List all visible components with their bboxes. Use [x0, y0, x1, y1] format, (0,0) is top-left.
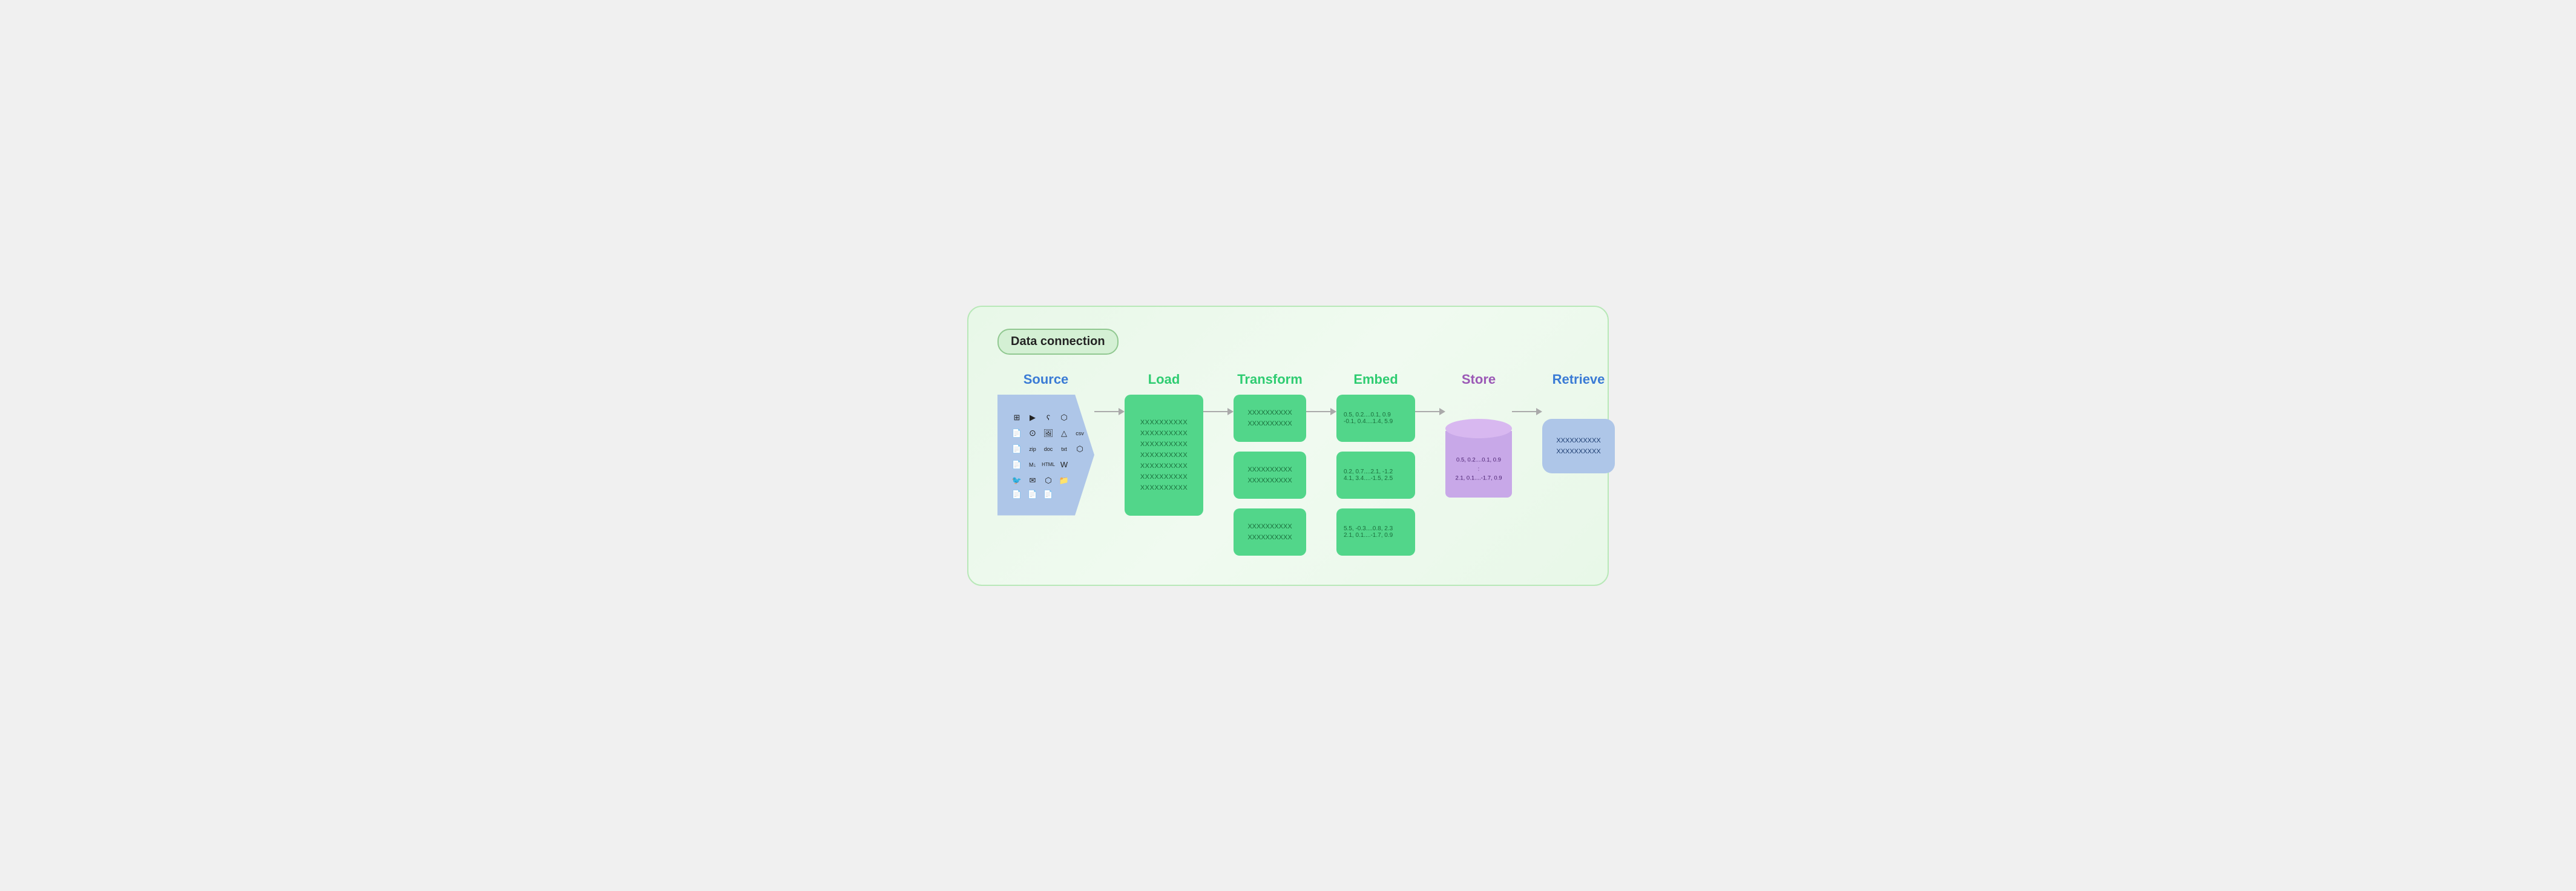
load-block: XXXXXXXXXX XXXXXXXXXX XXXXXXXXXX XXXXXXX… [1125, 395, 1203, 516]
icon-hex: ⬡ [1073, 442, 1086, 456]
icon-html: HTML [1042, 458, 1055, 472]
retrieve-block: XXXXXXXXXX XXXXXXXXXX [1542, 419, 1615, 473]
store-line2: 2.1, 0.1....-1.7, 0.9 [1455, 475, 1502, 481]
embed-block-2: 0.2, 0.7....2.1, -1.2 4.1, 3.4....-1.5, … [1336, 452, 1415, 499]
icon-triangle: △ [1057, 427, 1071, 440]
icon-grid: ⊞ [1010, 411, 1024, 424]
source-icons: ⊞ ▶ ʕ ⬡ 📄 ⊙ 🖼 △ csv 📄 zip doc txt ⬡ 📄 [1005, 411, 1086, 499]
arrow-line-1 [1094, 411, 1119, 412]
diagram-container: Data connection Source ⊞ ▶ ʕ ⬡ 📄 ⊙ 🖼 △ c… [967, 306, 1609, 586]
source-label: Source [1024, 372, 1069, 387]
load-line-3: XXXXXXXXXX [1140, 441, 1188, 448]
icon-empty3 [1073, 474, 1086, 487]
arrow-head-2 [1227, 408, 1234, 415]
icon-doc7: 📄 [1042, 490, 1055, 499]
store-colon: : [1478, 465, 1480, 472]
icon-doc2: 📄 [1010, 442, 1024, 456]
stage-retrieve: Retrieve XXXXXXXXXX XXXXXXXXXX [1542, 372, 1615, 473]
arrow-line-4 [1415, 411, 1439, 412]
icon-folder: 📁 [1057, 474, 1071, 487]
load-line-5: XXXXXXXXXX [1140, 462, 1188, 470]
arrow-4 [1415, 408, 1445, 415]
icon-discord: ʕ [1042, 411, 1055, 424]
t2-line1: XXXXXXXXXX [1247, 466, 1292, 473]
t3-line2: XXXXXXXXXX [1247, 534, 1292, 541]
arrow-3 [1306, 408, 1336, 415]
store-text: 0.5, 0.2....0.1, 0.9 : 2.1, 0.1....-1.7,… [1445, 455, 1512, 483]
stage-store: Store 0.5, 0.2....0.1, 0.9 : 2.1, 0.1...… [1445, 372, 1512, 498]
icon-txt: txt [1057, 442, 1071, 456]
icon-image: 🖼 [1042, 427, 1055, 440]
load-label: Load [1148, 372, 1180, 387]
t2-line2: XXXXXXXXXX [1247, 477, 1292, 484]
embed-label: Embed [1353, 372, 1398, 387]
stage-source: Source ⊞ ▶ ʕ ⬡ 📄 ⊙ 🖼 △ csv 📄 zip doc txt [997, 372, 1094, 516]
icon-hex2: ⬡ [1042, 474, 1055, 487]
load-line-7: XXXXXXXXXX [1140, 484, 1188, 492]
icon-doc3: doc [1042, 442, 1055, 456]
stage-transform: Transform XXXXXXXXXX XXXXXXXXXX XXXXXXXX… [1234, 372, 1306, 556]
e2-line1: 0.2, 0.7....2.1, -1.2 [1344, 469, 1393, 475]
icon-play: ▶ [1026, 411, 1039, 424]
arrow-5 [1512, 408, 1542, 415]
store-label: Store [1462, 372, 1496, 387]
icon-doc6: 📄 [1026, 490, 1039, 499]
store-shape: 0.5, 0.2....0.1, 0.9 : 2.1, 0.1....-1.7,… [1445, 419, 1512, 498]
icon-empty1 [1073, 411, 1086, 424]
arrow-line-3 [1306, 411, 1330, 412]
icon-wiki: W [1057, 458, 1071, 472]
arrow-head-3 [1330, 408, 1336, 415]
store-line1: 0.5, 0.2....0.1, 0.9 [1456, 456, 1501, 463]
embed-block-3: 5.5, -0.3....0.8, 2.3 2.1, 0.1....-1.7, … [1336, 508, 1415, 556]
pipeline: Source ⊞ ▶ ʕ ⬡ 📄 ⊙ 🖼 △ csv 📄 zip doc txt [997, 372, 1579, 556]
t1-line2: XXXXXXXXXX [1247, 420, 1292, 427]
e1-line1: 0.5, 0.2....0.1, 0.9 [1344, 412, 1391, 418]
e2-line2: 4.1, 3.4....-1.5, 2.5 [1344, 475, 1393, 482]
icon-mail: ✉ [1026, 474, 1039, 487]
retrieve-label: Retrieve [1552, 372, 1605, 387]
retrieve-line-1: XXXXXXXXXX [1556, 437, 1600, 444]
stage-load: Load XXXXXXXXXX XXXXXXXXXX XXXXXXXXXX XX… [1125, 372, 1203, 516]
t1-line1: XXXXXXXXXX [1247, 409, 1292, 416]
retrieve-line-2: XXXXXXXXXX [1556, 448, 1600, 455]
e3-line1: 5.5, -0.3....0.8, 2.3 [1344, 525, 1393, 532]
title-badge: Data connection [997, 329, 1119, 355]
embed-block-1: 0.5, 0.2....0.1, 0.9 -0.1, 0.4....1.4, 5… [1336, 395, 1415, 442]
load-line-1: XXXXXXXXXX [1140, 419, 1188, 426]
icon-doc5: 📄 [1010, 490, 1024, 499]
arrow-line-5 [1512, 411, 1536, 412]
load-line-6: XXXXXXXXXX [1140, 473, 1188, 481]
load-line-2: XXXXXXXXXX [1140, 430, 1188, 437]
stage-embed: Embed 0.5, 0.2....0.1, 0.9 -0.1, 0.4....… [1336, 372, 1415, 556]
icon-twitter: 🐦 [1010, 474, 1024, 487]
icon-doc1: 📄 [1010, 427, 1024, 440]
arrow-head-1 [1119, 408, 1125, 415]
icon-csv: csv [1073, 427, 1086, 440]
icon-empty2 [1073, 458, 1086, 472]
icon-doc4: 📄 [1010, 458, 1024, 472]
icon-github: ⊙ [1026, 427, 1039, 440]
t3-line1: XXXXXXXXXX [1247, 523, 1292, 530]
icon-md: M↓ [1026, 458, 1039, 472]
arrow-head-5 [1536, 408, 1542, 415]
arrow-1 [1094, 408, 1125, 415]
e3-line2: 2.1, 0.1....-1.7, 0.9 [1344, 532, 1393, 539]
cylinder-top [1445, 419, 1512, 438]
source-shape: ⊞ ▶ ʕ ⬡ 📄 ⊙ 🖼 △ csv 📄 zip doc txt ⬡ 📄 [997, 395, 1094, 516]
transform-block-2: XXXXXXXXXX XXXXXXXXXX [1234, 452, 1306, 499]
arrow-head-4 [1439, 408, 1445, 415]
transform-label: Transform [1237, 372, 1303, 387]
icon-zip: zip [1026, 442, 1039, 456]
icon-slack: ⬡ [1057, 411, 1071, 424]
e1-line2: -0.1, 0.4....1.4, 5.9 [1344, 418, 1393, 425]
diagram-title: Data connection [1011, 335, 1105, 348]
transform-blocks: XXXXXXXXXX XXXXXXXXXX XXXXXXXXXX XXXXXXX… [1234, 395, 1306, 556]
arrow-line-2 [1203, 411, 1227, 412]
transform-block-3: XXXXXXXXXX XXXXXXXXXX [1234, 508, 1306, 556]
transform-block-1: XXXXXXXXXX XXXXXXXXXX [1234, 395, 1306, 442]
load-line-4: XXXXXXXXXX [1140, 452, 1188, 459]
arrow-2 [1203, 408, 1234, 415]
embed-blocks: 0.5, 0.2....0.1, 0.9 -0.1, 0.4....1.4, 5… [1336, 395, 1415, 556]
